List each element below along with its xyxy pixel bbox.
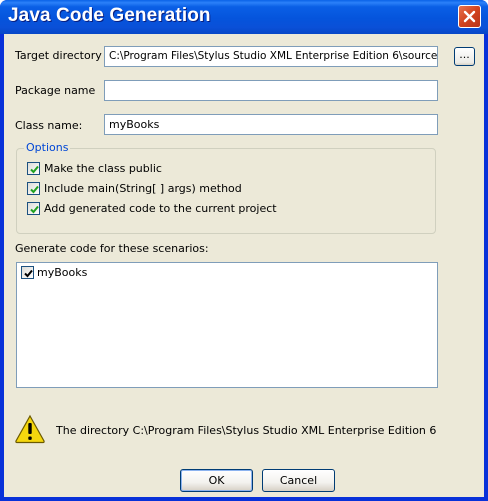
target-directory-input[interactable]: C:\Program Files\Stylus Studio XML Enter… <box>104 46 438 67</box>
make-public-checkbox[interactable] <box>27 162 40 175</box>
scenarios-label: Generate code for these scenarios: <box>15 242 209 255</box>
checkmark-icon <box>24 269 33 278</box>
dialog-window: Java Code Generation Target directory C:… <box>0 0 488 501</box>
cancel-button[interactable]: Cancel <box>262 469 335 492</box>
warning-message: The directory C:\Program Files\Stylus St… <box>56 424 436 437</box>
class-name-label: Class name: <box>15 119 83 132</box>
ok-button[interactable]: OK <box>180 469 253 492</box>
package-name-label: Package name <box>15 84 96 97</box>
make-public-label[interactable]: Make the class public <box>44 162 162 175</box>
class-name-input[interactable]: myBooks <box>104 114 438 135</box>
add-to-project-label[interactable]: Add generated code to the current projec… <box>44 202 277 215</box>
close-icon <box>463 10 476 23</box>
browse-button[interactable]: ... <box>454 47 475 66</box>
checkmark-icon <box>30 185 39 194</box>
checkmark-icon <box>30 165 39 174</box>
dialog-client-area: Target directory C:\Program Files\Stylus… <box>4 34 484 497</box>
target-directory-label: Target directory <box>15 49 102 62</box>
warning-icon <box>15 414 45 444</box>
package-name-input[interactable] <box>104 80 438 101</box>
window-title: Java Code Generation <box>8 5 211 26</box>
title-bar[interactable]: Java Code Generation <box>0 0 488 34</box>
add-to-project-checkbox[interactable] <box>27 202 40 215</box>
scenarios-list[interactable]: myBooks <box>16 262 438 388</box>
scenario-checkbox[interactable] <box>21 266 34 279</box>
scenario-label[interactable]: myBooks <box>37 266 87 279</box>
include-main-label[interactable]: Include main(String[ ] args) method <box>44 182 242 195</box>
close-button[interactable] <box>458 5 481 28</box>
options-legend: Options <box>24 141 71 154</box>
include-main-checkbox[interactable] <box>27 182 40 195</box>
checkmark-icon <box>30 205 39 214</box>
